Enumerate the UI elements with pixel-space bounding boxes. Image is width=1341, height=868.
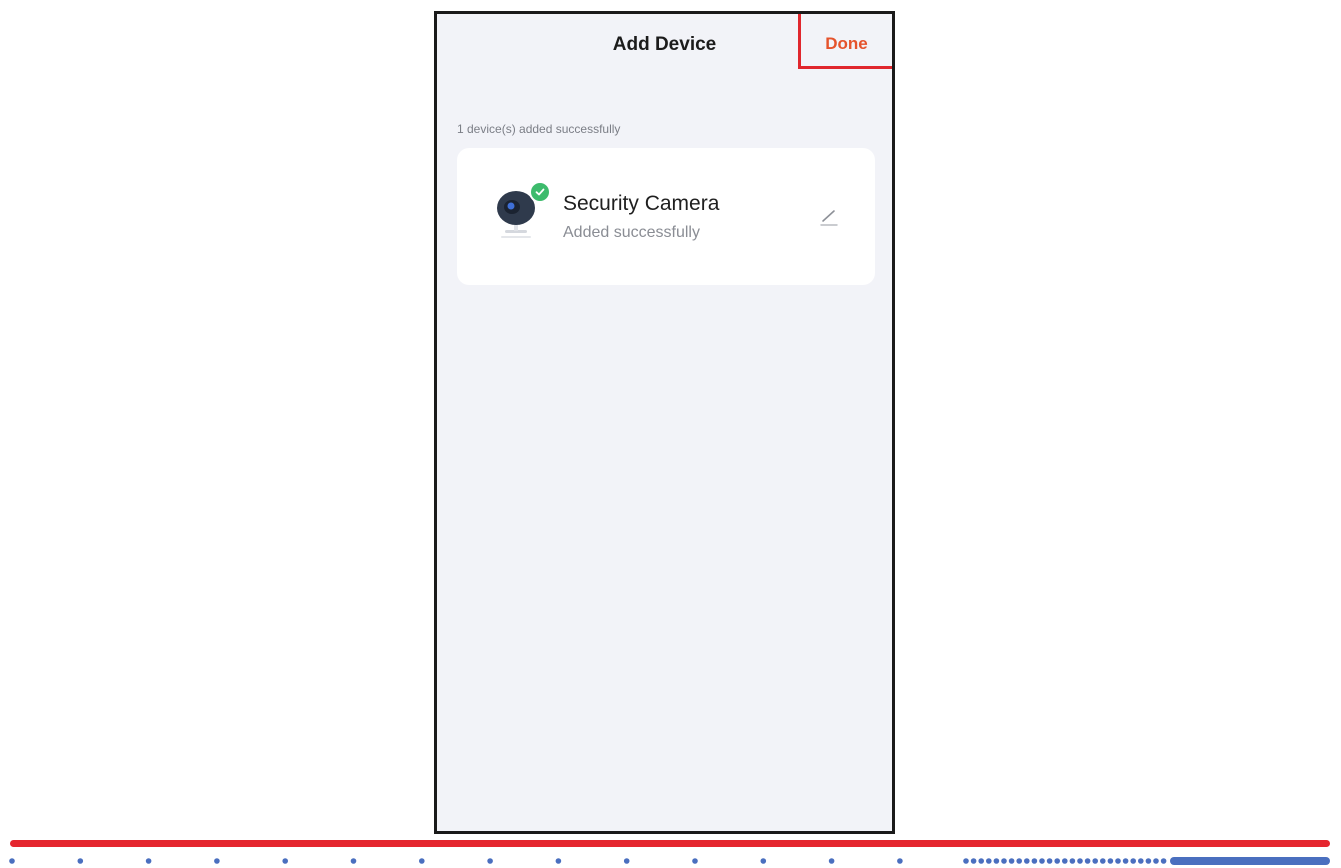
dot (1100, 858, 1106, 864)
device-name: Security Camera (563, 192, 720, 215)
dot (1092, 858, 1098, 864)
dot (897, 858, 903, 864)
dot (1084, 858, 1091, 864)
dot (1145, 858, 1152, 864)
dot (282, 858, 289, 864)
dot (1039, 858, 1045, 864)
dot (1008, 858, 1015, 864)
dot (1062, 858, 1068, 864)
dot (986, 858, 992, 864)
dot (214, 858, 220, 864)
dot (1138, 858, 1144, 864)
device-card[interactable]: Security Camera Added successfully (457, 148, 875, 285)
dot (1153, 858, 1159, 864)
dot (623, 858, 630, 864)
pencil-icon[interactable] (817, 204, 841, 228)
dot (692, 858, 698, 864)
done-highlight-box: Done (798, 14, 892, 69)
dot (1160, 858, 1167, 864)
dot (487, 858, 493, 864)
dot (1046, 858, 1053, 864)
dot (978, 858, 984, 864)
check-icon (529, 181, 551, 203)
dot (9, 858, 15, 864)
dot (1024, 858, 1030, 864)
dotted-line (9, 858, 1167, 864)
device-status: Added successfully (563, 224, 700, 241)
dot (1107, 858, 1114, 864)
dot (419, 858, 425, 864)
dot (350, 858, 357, 864)
phone-screen: Add Device Done 1 device(s) added succes… (434, 11, 895, 834)
dot (1001, 858, 1007, 864)
dot (1122, 858, 1129, 864)
dot (555, 858, 562, 864)
dot (970, 858, 977, 864)
red-divider-line (10, 840, 1330, 847)
dot (1115, 858, 1121, 864)
dot (963, 858, 969, 864)
dot (993, 858, 1000, 864)
done-button[interactable]: Done (801, 34, 892, 54)
dot (1069, 858, 1076, 864)
dot (145, 858, 152, 864)
dot (77, 858, 84, 864)
dot (1077, 858, 1083, 864)
dot (1130, 858, 1136, 864)
dot (760, 858, 767, 864)
added-count-caption: 1 device(s) added successfully (457, 122, 621, 136)
screenshot-canvas: Add Device Done 1 device(s) added succes… (0, 0, 1341, 868)
dot (828, 858, 835, 864)
dot (1016, 858, 1022, 864)
dot (1031, 858, 1038, 864)
blue-divider-bar (1170, 857, 1330, 865)
dot (1054, 858, 1060, 864)
